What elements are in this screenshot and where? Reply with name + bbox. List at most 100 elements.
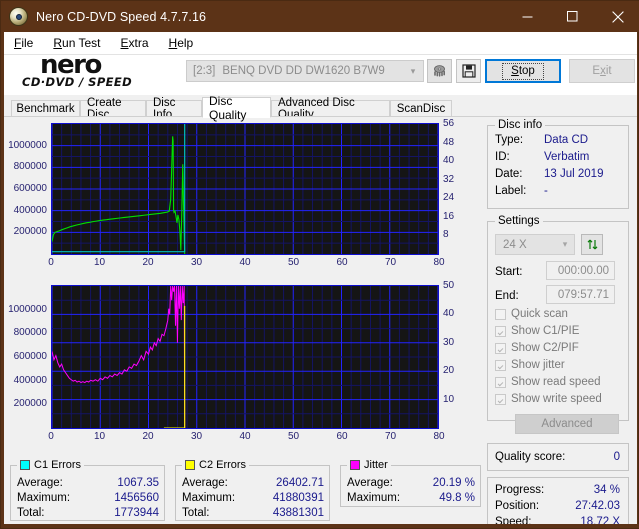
checkbox-box [495, 308, 506, 320]
checkbox-box [495, 342, 506, 354]
jitter-average-label: Average: [347, 477, 393, 489]
start-field[interactable]: 000:00.00 [546, 261, 615, 280]
tab-disc-info[interactable]: Disc Info [146, 97, 202, 121]
right-panel: Disc info Type: Data CD ID: Verbatim Dat… [487, 117, 635, 526]
c2-total-label: Total: [182, 507, 210, 519]
advanced-button[interactable]: Advanced [515, 414, 619, 434]
nero-disc-icon [9, 7, 28, 26]
axis-tick-label: 70 [384, 257, 397, 268]
maximize-icon[interactable] [550, 1, 595, 32]
axis-tick-label: 0 [48, 431, 54, 442]
disc-type-label: Type: [495, 134, 524, 146]
checkbox-quick-scan[interactable]: Quick scan [495, 308, 568, 320]
end-field[interactable]: 079:57.71 [546, 285, 615, 304]
axis-tick-label: 50 [443, 280, 455, 291]
speed-select[interactable]: 24 X ▾ [495, 234, 575, 255]
tab-disc-quality[interactable]: Disc Quality [202, 94, 271, 122]
c1-color-swatch [20, 460, 30, 470]
axis-tick-label: 80 [433, 431, 445, 442]
chevron-down-icon: ▾ [410, 65, 416, 76]
window-title: Nero CD-DVD Speed 4.7.7.16 [36, 9, 207, 24]
tab-create-disc[interactable]: Create Disc [80, 97, 146, 121]
eject-disc-button[interactable] [427, 59, 452, 83]
disc-date-label: Date: [495, 168, 523, 180]
c2-color-swatch [185, 460, 195, 470]
disc-quality-page: 200000 400000 600000 800000 1000000 8 16 24 32 4… [4, 117, 637, 526]
checkbox-show-read-speed[interactable]: Show read speed [495, 376, 601, 388]
drive-selector[interactable]: [2:3] BENQ DVD DD DW1620 B7W9 ▾ [186, 60, 424, 82]
c1-errors-title: C1 Errors [17, 459, 85, 471]
axis-tick-label: 8 [443, 229, 449, 241]
c2-pif-jitter-chart: 200000 400000 600000 800000 1000000 10 20 30 40… [7, 279, 482, 451]
axis-tick-label: 30 [190, 257, 203, 268]
axis-tick-label: 200000 [13, 226, 47, 238]
disc-id-value: Verbatim [544, 151, 590, 163]
close-icon[interactable] [595, 1, 639, 32]
axis-tick-label: 400000 [13, 204, 47, 216]
c1-average-label: Average: [17, 477, 63, 489]
axis-tick-label: 60 [336, 431, 348, 442]
axis-tick-label: 30 [190, 431, 203, 442]
logo-wordmark: nero [40, 50, 102, 80]
c2-errors-group: C2 Errors Average: 26402.71 Maximum: 418… [175, 459, 330, 521]
window-controls [505, 1, 639, 32]
axis-tick-label: 20 [142, 431, 154, 442]
axis-tick-label: 30 [443, 336, 455, 348]
tab-advanced-disc-quality[interactable]: Advanced Disc Quality [271, 97, 390, 121]
refresh-speed-button[interactable] [581, 234, 603, 255]
menu-file[interactable]: FFileile [4, 33, 43, 53]
axis-tick-label: 10 [93, 257, 106, 268]
axis-tick-label: 16 [443, 210, 455, 222]
axis-tick-label: 10 [443, 393, 455, 405]
axis-tick-label: 32 [443, 173, 455, 185]
axis-tick-label: 20 [142, 257, 154, 268]
checkbox-show-c1-pie[interactable]: Show C1/PIE [495, 325, 579, 337]
disc-info-group: Disc info Type: Data CD ID: Verbatim Dat… [487, 119, 629, 209]
jitter-maximum-label: Maximum: [347, 492, 401, 504]
stop-button[interactable]: SStoptop [485, 59, 561, 83]
checkbox-show-c2-pif[interactable]: Show C2/PIF [495, 342, 579, 354]
app-window: Nero CD-DVD Speed 4.7.7.16 FFileile Run … [0, 0, 639, 529]
c2-plot-area [51, 285, 439, 429]
quality-score-value: 0 [613, 451, 620, 463]
exit-button[interactable]: ExitExit [569, 59, 635, 83]
c2-errors-label: C2 Errors [199, 459, 247, 471]
c2-total-value: 43881301 [272, 507, 324, 519]
c1-average-value: 1067.35 [117, 477, 159, 489]
end-label: End: [495, 290, 519, 302]
save-button[interactable] [456, 59, 481, 83]
drive-index: [2:3] [193, 65, 216, 77]
checkbox-show-write-speed[interactable]: Show write speed [495, 393, 602, 405]
axis-tick-label: 70 [384, 431, 397, 442]
axis-tick-label: 0 [48, 257, 54, 268]
axis-tick-label: 600000 [13, 183, 47, 194]
axis-tick-label: 50 [287, 431, 300, 442]
client-area: FFileile Run Test Extra Help nero CD·DVD… [4, 32, 637, 526]
checkbox-box [495, 325, 506, 337]
minimize-icon[interactable] [505, 1, 550, 32]
menu-extra[interactable]: Extra [111, 33, 159, 53]
checkbox-show-jitter[interactable]: Show jitter [495, 359, 565, 371]
checkbox-label: Show C1/PIE [511, 325, 580, 337]
speed-select-value: 24 X [503, 238, 527, 251]
toolbar: nero CD·DVD ∕ SPEED [2:3] BENQ DVD DD DW… [4, 50, 637, 95]
c1-maximum-value: 1456560 [114, 492, 159, 504]
chevron-down-icon: ▾ [562, 239, 568, 249]
drive-name: BENQ DVD DD DW1620 B7W9 [222, 65, 385, 77]
progress-label: Progress: [495, 484, 545, 496]
checkbox-label: Show C2/PIF [511, 342, 579, 354]
tab-benchmark[interactable]: Benchmark [11, 100, 80, 117]
axis-tick-label: 200000 [13, 398, 47, 410]
progress-group: Progress: 34 % Position: 27:42.03 Speed:… [487, 477, 629, 526]
refresh-speed-icon [587, 239, 597, 250]
axis-tick-label: 60 [336, 257, 348, 268]
window-bottom-border [1, 524, 639, 528]
checkbox-box [495, 359, 506, 371]
menu-help[interactable]: Help [159, 33, 204, 53]
checkbox-label: Show jitter [511, 359, 565, 371]
settings-title: Settings [495, 215, 543, 227]
axis-tick-label: 40 [443, 308, 455, 320]
tab-scandisc[interactable]: ScanDisc [390, 100, 452, 117]
c1-plot-area [51, 123, 439, 255]
position-value: 27:42.03 [575, 500, 620, 512]
